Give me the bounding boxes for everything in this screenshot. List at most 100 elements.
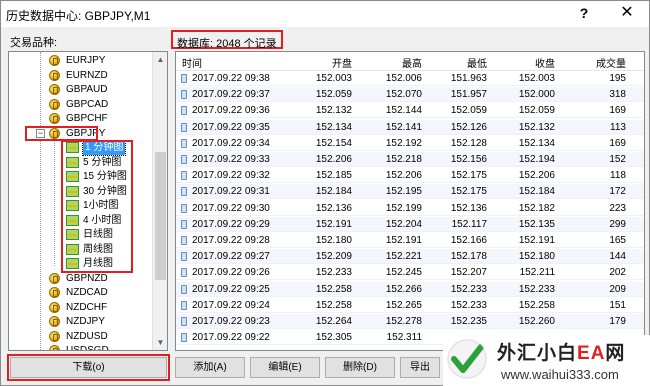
table-row[interactable]: 2017.09.22 09:36 152.132 152.144 152.059 152… (176, 103, 644, 119)
add-button[interactable]: 添加(A) (175, 357, 245, 378)
column-header-volume[interactable]: 成交量 (586, 55, 626, 70)
table-row[interactable]: 2017.09.22 09:34 152.154 152.192 152.128 152… (176, 136, 644, 151)
tree-symbol-node[interactable]: NZDJPY (9, 315, 149, 329)
download-button[interactable]: 下载(o) (7, 354, 170, 381)
tree-symbol-label: EURNZD (66, 69, 108, 81)
table-cell: 152.156 (450, 154, 487, 165)
table-row[interactable]: 2017.09.22 09:23 152.264 152.278 152.235 152… (176, 314, 644, 329)
table-row[interactable]: 2017.09.22 09:31 152.184 152.195 152.175 152… (176, 184, 644, 200)
column-header-high[interactable]: 最高 (386, 55, 422, 70)
symbol-coin-icon (49, 272, 60, 284)
table-cell: 152.128 (450, 137, 487, 149)
table-row[interactable]: 2017.09.22 09:37 152.059 152.070 151.957 152… (176, 87, 644, 103)
delete-button[interactable]: 删除(D) (325, 357, 395, 378)
help-button[interactable]: ? (573, 3, 595, 23)
table-cell: 152 (609, 154, 626, 165)
watermark-name-suffix: 网 (605, 343, 626, 364)
table-row[interactable]: 2017.09.22 09:24 152.258 152.265 152.233 152… (176, 298, 644, 313)
export-button[interactable]: 导出 (400, 357, 440, 378)
table-cell: 2017.09.22 09:37 (192, 89, 270, 101)
table-row[interactable]: 2017.09.22 09:32 152.185 152.206 152.175 152… (176, 168, 644, 184)
table-cell: 152.059 (518, 105, 555, 117)
checkmark-logo-icon (447, 339, 487, 379)
tree-symbol-node[interactable]: NZDCAD (9, 286, 149, 300)
table-cell: 152.166 (450, 235, 487, 246)
tree-symbol-node[interactable]: GBPCAD (9, 98, 149, 112)
table-cell: 152.126 (450, 121, 487, 133)
table-cell: 152.221 (385, 251, 422, 263)
table-cell: 152.175 (450, 186, 487, 198)
table-cell: 152.182 (518, 202, 555, 214)
tree-symbol-node[interactable]: EURNZD (9, 69, 149, 83)
table-cell: 152.278 (385, 316, 422, 327)
record-icon (181, 219, 187, 229)
tree-symbol-node[interactable]: NZDCHF (9, 301, 149, 315)
column-header-time[interactable]: 时间 (182, 55, 202, 70)
table-row[interactable]: 2017.09.22 09:26 152.233 152.245 152.207 152… (176, 265, 644, 281)
highlight-box-periods (61, 140, 133, 273)
table-cell: 152.175 (450, 170, 487, 182)
scroll-up-arrow-icon[interactable]: ▲ (153, 52, 167, 67)
table-cell: 2017.09.22 09:33 (192, 154, 270, 165)
history-data-table[interactable]: 时间 开盘 最高 最低 收盘 成交量 2017.09.22 09:38 152.0… (175, 51, 645, 351)
scrollbar-thumb[interactable] (155, 152, 166, 280)
table-row[interactable]: 2017.09.22 09:35 152.134 152.141 152.126 152… (176, 119, 644, 135)
close-button[interactable]: ✕ (613, 3, 641, 23)
table-cell: 152.141 (385, 121, 422, 133)
record-icon (181, 155, 187, 164)
table-cell: 152.070 (385, 89, 422, 101)
table-row[interactable]: 2017.09.22 09:27 152.209 152.221 152.178 152… (176, 249, 644, 265)
watermark-name-prefix: 外汇小白 (497, 343, 578, 364)
table-row[interactable]: 2017.09.22 09:38 152.003 152.006 151.963 152… (176, 71, 644, 86)
tree-symbol-node[interactable]: NZDUSD (9, 330, 149, 344)
table-cell: 152.000 (518, 89, 555, 101)
table-row[interactable]: 2017.09.22 09:29 152.191 152.204 152.117 152… (176, 216, 644, 232)
tree-symbol-node[interactable]: GBPAUD (9, 83, 149, 97)
scroll-down-arrow-icon[interactable]: ▼ (153, 335, 167, 350)
record-icon (181, 187, 187, 197)
table-cell: 152.006 (385, 73, 422, 84)
table-cell: 152.194 (518, 154, 555, 165)
symbol-coin-icon (49, 55, 60, 66)
tree-symbol-node[interactable]: USDSGD (9, 344, 149, 350)
table-cell: 172 (609, 186, 626, 198)
record-icon (181, 171, 187, 181)
table-row[interactable]: 2017.09.22 09:33 152.206 152.218 152.156 152… (176, 152, 644, 167)
table-cell: 195 (609, 73, 626, 84)
table-cell: 152.059 (450, 105, 487, 117)
symbol-coin-icon (49, 287, 60, 298)
tree-symbol-node[interactable]: EURJPY (9, 54, 149, 68)
table-cell: 152.265 (385, 299, 422, 311)
table-cell: 152.191 (518, 235, 555, 246)
table-cell: 2017.09.22 09:36 (192, 105, 270, 117)
record-icon (181, 252, 187, 262)
tree-scrollbar[interactable]: ▲ ▼ (152, 52, 167, 350)
table-cell: 152.264 (315, 316, 352, 327)
highlight-box-symbol (25, 125, 98, 141)
record-icon (181, 284, 187, 294)
table-cell: 152.135 (518, 218, 555, 230)
table-cell: 152.245 (385, 267, 422, 279)
table-cell: 144 (609, 251, 626, 263)
table-row[interactable]: 2017.09.22 09:25 152.258 152.266 152.233 152… (176, 281, 644, 297)
table-cell: 152.211 (519, 267, 555, 279)
table-cell: 152.180 (315, 235, 352, 246)
table-cell: 152.235 (450, 316, 487, 327)
table-cell: 113 (610, 121, 626, 133)
symbol-coin-icon (49, 330, 60, 342)
tree-symbol-label: GBPCAD (66, 98, 109, 110)
symbol-tree[interactable]: EURJPY EURNZD GBPAUD GBPCAD GBPCHF − GBPJPY 1 分… (8, 51, 168, 351)
column-header-close[interactable]: 收盘 (519, 55, 555, 70)
tree-symbol-label: NZDCHF (66, 301, 108, 313)
column-header-low[interactable]: 最低 (451, 55, 487, 70)
column-header-open[interactable]: 开盘 (316, 55, 352, 70)
table-row[interactable]: 2017.09.22 09:30 152.136 152.199 152.136 152… (176, 201, 644, 216)
table-cell: 179 (609, 316, 626, 327)
tree-symbol-node[interactable]: GBPCHF (9, 112, 149, 126)
table-cell: 2017.09.22 09:26 (192, 267, 270, 279)
table-cell: 152.178 (450, 251, 487, 263)
tree-symbol-node[interactable]: GBPNZD (9, 272, 149, 286)
table-cell: 152.260 (518, 316, 555, 327)
table-row[interactable]: 2017.09.22 09:28 152.180 152.191 152.166 152… (176, 233, 644, 248)
edit-button[interactable]: 编辑(E) (250, 357, 320, 378)
